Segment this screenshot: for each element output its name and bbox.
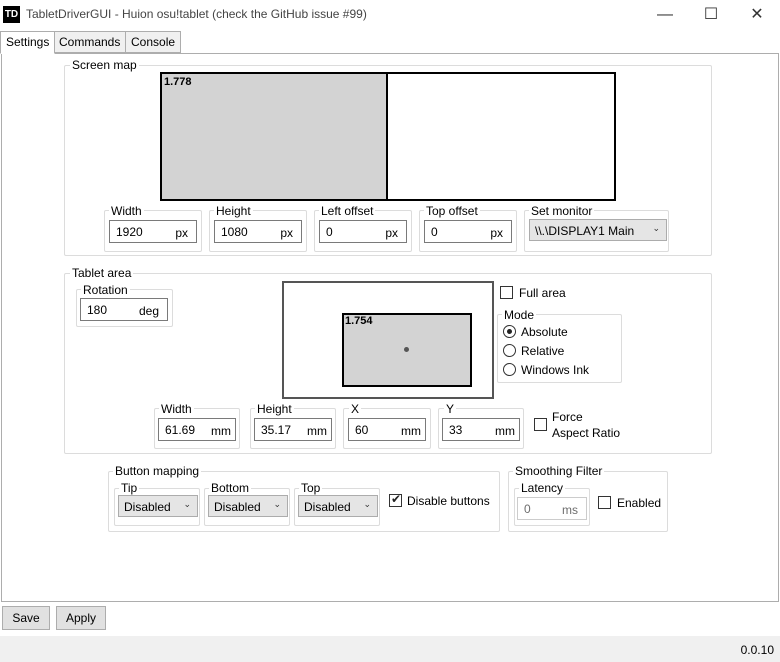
screen-height-value: 1080 [221,225,248,239]
disable-buttons-checkbox[interactable] [389,492,402,507]
smoothing-enabled-checkbox[interactable] [598,496,611,509]
latency-input[interactable]: 0 ms [517,497,587,520]
version-label: 0.0.10 [740,643,774,657]
set-monitor-dropdown[interactable]: \\.\DISPLAY1 Main ⌄ [529,219,667,241]
full-area-label: Full area [519,286,566,300]
mode-windows-ink-radio[interactable] [503,363,516,376]
tablet-y-value: 33 [449,423,463,437]
screen-height-input[interactable]: 1080 px [214,220,302,243]
screen-top-offset-label: Top offset [424,204,480,218]
tablet-x-value: 60 [355,423,369,437]
screen-top-offset-input[interactable]: 0 px [424,220,512,243]
tablet-y-unit: mm [495,424,515,438]
tablet-width-label: Width [159,402,194,416]
tablet-center-point [404,347,409,352]
chevron-down-icon: ⌄ [652,223,660,233]
screen-height-unit: px [280,226,293,240]
window-title: TabletDriverGUI - Huion osu!tablet (chec… [26,7,367,21]
button-mapping-title: Button mapping [113,464,202,478]
tab-settings[interactable]: Settings [0,31,56,54]
tablet-width-value: 61.69 [165,423,196,437]
screen-map-area[interactable] [160,72,388,201]
rotation-input[interactable]: 180 deg [80,298,168,321]
screen-width-unit: px [175,226,188,240]
mode-windows-ink-label: Windows Ink [521,363,590,377]
disable-buttons-label: Disable buttons [407,494,490,508]
screen-height-label: Height [214,204,253,218]
tip-value: Disabled [124,500,171,514]
force-aspect-checkbox[interactable] [534,418,547,431]
app-icon: TD [3,6,20,23]
tablet-area-title: Tablet area [70,266,134,280]
force-aspect-label-line2: Aspect Ratio [552,426,621,440]
tablet-y-input[interactable]: 33 mm [442,418,520,441]
minimize-button[interactable]: — [642,0,688,30]
tip-label: Tip [119,481,140,495]
maximize-button[interactable]: ☐ [688,0,734,30]
tablet-y-label: Y [444,402,457,416]
smoothing-enabled-label: Enabled [617,496,662,510]
tab-commands[interactable]: Commands [53,31,127,53]
tablet-height-unit: mm [307,424,327,438]
screen-width-label: Width [109,204,144,218]
latency-label: Latency [519,481,566,495]
screen-map-ratio: 1.778 [164,76,192,88]
status-bar: 0.0.10 [0,636,780,662]
screen-map-title: Screen map [70,58,139,72]
mode-absolute-label: Absolute [521,325,568,339]
tablet-x-label: X [349,402,362,416]
tip-dropdown[interactable]: Disabled ⌄ [118,495,198,517]
close-button[interactable]: ✕ [734,0,780,30]
screen-left-offset-value: 0 [326,225,333,239]
screen-top-offset-unit: px [490,226,503,240]
tablet-width-unit: mm [211,424,231,438]
screen-width-value: 1920 [116,225,143,239]
mode-relative-radio[interactable] [503,344,516,357]
screen-width-input[interactable]: 1920 px [109,220,197,243]
force-aspect-label-line1: Force [552,410,583,424]
mode-relative-label: Relative [521,344,565,358]
tablet-area-ratio: 1.754 [345,315,373,327]
screen-left-offset-label: Left offset [319,204,376,218]
latency-value: 0 [524,502,531,516]
save-button[interactable]: Save [2,606,50,630]
chevron-down-icon: ⌄ [363,499,371,509]
full-area-checkbox[interactable] [500,286,513,299]
tab-console[interactable]: Console [125,31,182,53]
top-value: Disabled [304,500,351,514]
tablet-height-label: Height [255,402,294,416]
chevron-down-icon: ⌄ [273,499,281,509]
latency-unit: ms [562,503,578,517]
rotation-label: Rotation [81,283,130,297]
tablet-x-unit: mm [401,424,421,438]
bottom-dropdown[interactable]: Disabled ⌄ [208,495,288,517]
tablet-height-input[interactable]: 35.17 mm [254,418,332,441]
rotation-value: 180 [87,303,108,317]
bottom-label: Bottom [209,481,252,495]
tablet-width-input[interactable]: 61.69 mm [158,418,236,441]
set-monitor-label: Set monitor [529,204,595,218]
screen-left-offset-input[interactable]: 0 px [319,220,407,243]
top-dropdown[interactable]: Disabled ⌄ [298,495,378,517]
set-monitor-value: \\.\DISPLAY1 Main [535,224,635,238]
rotation-unit: deg [138,304,159,318]
screen-left-offset-unit: px [385,226,398,240]
screen-top-offset-value: 0 [431,225,438,239]
apply-button[interactable]: Apply [56,606,106,630]
mode-absolute-radio[interactable] [503,325,516,338]
mode-label: Mode [502,308,537,322]
title-bar: TD TabletDriverGUI - Huion osu!tablet (c… [0,0,780,30]
tablet-x-input[interactable]: 60 mm [348,418,426,441]
bottom-value: Disabled [214,500,261,514]
chevron-down-icon: ⌄ [183,499,191,509]
smoothing-filter-title: Smoothing Filter [513,464,605,478]
tablet-height-value: 35.17 [261,423,292,437]
top-label: Top [299,481,323,495]
